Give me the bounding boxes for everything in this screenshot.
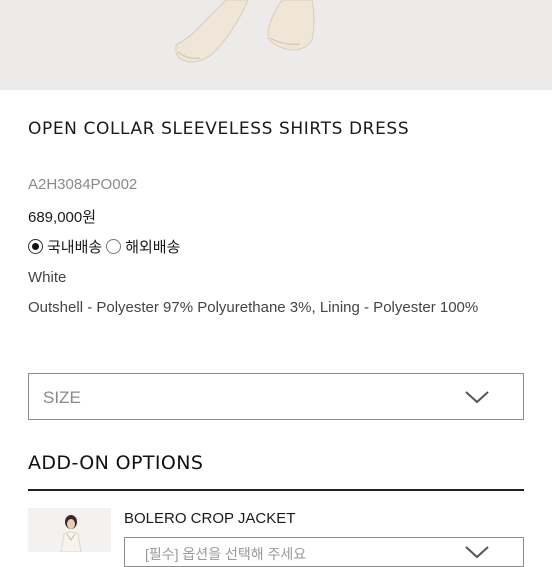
size-select[interactable]: SIZE	[28, 373, 524, 420]
chevron-down-icon	[464, 545, 490, 565]
size-select-label: SIZE	[43, 388, 81, 407]
shipping-domestic-radio[interactable]: 국내배송	[28, 236, 102, 257]
product-price: 689,000원	[28, 209, 97, 226]
addon-item-thumbnail[interactable]	[28, 508, 111, 552]
product-title: OPEN COLLAR SLEEVELESS SHIRTS DRESS	[28, 119, 410, 139]
shoes-image	[175, 0, 315, 63]
radio-unchecked-icon	[106, 238, 122, 254]
chevron-down-icon	[464, 390, 490, 410]
shipping-overseas-label: 해외배송	[125, 238, 181, 256]
shipping-domestic-label: 국내배송	[47, 238, 103, 256]
divider	[28, 489, 524, 491]
addon-item-name: BOLERO CROP JACKET	[124, 510, 296, 527]
addon-select-placeholder: [필수] 옵션을 선택해 주세요	[145, 546, 307, 562]
product-material: Outshell - Polyester 97% Polyurethane 3%…	[28, 299, 479, 316]
shipping-options: 국내배송 해외배송	[28, 236, 184, 256]
shipping-overseas-radio[interactable]: 해외배송	[106, 236, 180, 257]
addon-option-select[interactable]: [필수] 옵션을 선택해 주세요	[124, 537, 524, 567]
product-color: White	[28, 269, 67, 286]
product-image	[0, 0, 552, 90]
product-sku: A2H3084PO002	[28, 176, 138, 193]
radio-checked-icon	[28, 238, 43, 254]
addon-options-heading: ADD-ON OPTIONS	[28, 452, 204, 474]
